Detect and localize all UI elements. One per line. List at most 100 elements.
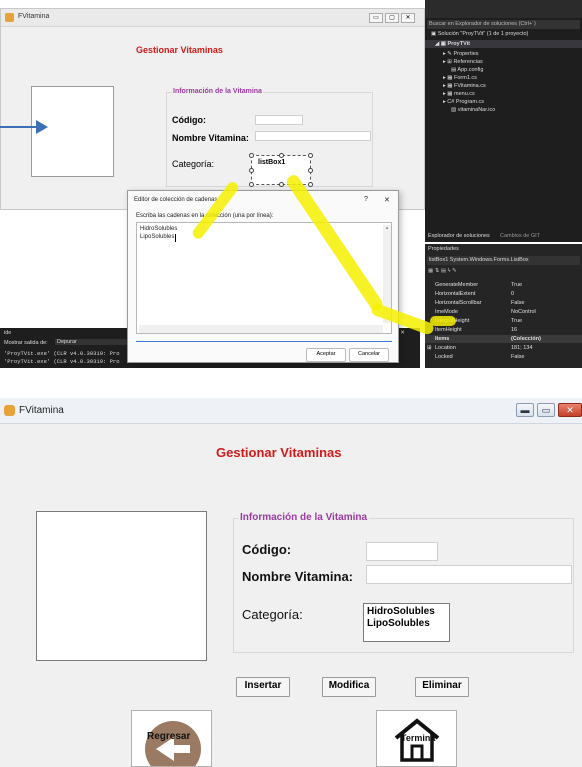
codigo-input[interactable] [366, 542, 438, 561]
designer-nombre-input[interactable] [255, 131, 371, 141]
accept-button[interactable]: Aceptar [306, 348, 346, 362]
resize-handle[interactable] [249, 168, 254, 173]
designer-window-title: FVitamina [18, 13, 50, 20]
property-row[interactable]: ⊞ Location 181; 134 [425, 344, 582, 352]
designer-label-nombre: Nombre Vitamina: [172, 133, 249, 143]
csharp-file-icon: ▸ C# [443, 99, 456, 105]
resize-handle[interactable] [308, 153, 313, 158]
picture-box [36, 511, 207, 661]
close-icon[interactable]: ✕ [401, 13, 415, 23]
termina-label: Termina [401, 733, 436, 743]
categoria-listbox[interactable]: HidroSolubles LipoSolubles [363, 603, 450, 642]
horizontal-scrollbar[interactable] [139, 325, 383, 333]
expand-icon[interactable]: ⊞ [427, 344, 432, 352]
dialog-divider [136, 341, 392, 342]
output-line: 'ProyTVit.exe' (CLR v4.0.30319: Pro [4, 358, 120, 365]
insertar-button[interactable]: Insertar [236, 677, 290, 697]
tree-item-fvitamina[interactable]: ▸ ▦ FVitamina.cs [425, 82, 582, 90]
form-title-bar: FVitamina ▬ ▭ ✕ [0, 398, 582, 424]
resize-handle[interactable] [249, 153, 254, 158]
info-groupbox: Información de la Vitamina Código: Nombr… [233, 512, 574, 653]
vs-toolbar [425, 0, 582, 18]
solution-explorer: Buscar en Explorador de soluciones (Ctrl… [425, 0, 582, 242]
alphabetical-icon[interactable]: ⇅ [435, 268, 440, 274]
resize-handle[interactable] [308, 168, 313, 173]
minimize-icon[interactable]: ▬ [516, 403, 534, 417]
maximize-icon[interactable]: ▢ [385, 13, 399, 23]
close-icon[interactable]: ✕ [558, 403, 582, 417]
tree-item-properties[interactable]: ▸ ✎ Properties [425, 50, 582, 58]
property-row[interactable]: Locked False [425, 353, 582, 361]
form-heading: Gestionar Vitaminas [216, 445, 342, 460]
list-item[interactable]: HidroSolubles [367, 606, 435, 617]
annotation-arrow-icon [0, 120, 48, 134]
solution-search-input[interactable]: Buscar en Explorador de soluciones (Ctrl… [427, 20, 580, 29]
output-title: ide [4, 330, 12, 336]
help-icon[interactable]: ? [364, 196, 368, 203]
resize-handle[interactable] [279, 153, 284, 158]
tree-item-referencias[interactable]: ▸ ⊞ Referencias [425, 58, 582, 66]
categorized-icon[interactable]: ▦ [428, 268, 433, 274]
resize-handle[interactable] [308, 182, 313, 187]
form-window-title: FVitamina [19, 405, 64, 416]
running-form-screenshot: FVitamina ▬ ▭ ✕ Gestionar Vitaminas Info… [0, 398, 582, 767]
properties-icon[interactable]: ▤ [441, 268, 446, 274]
designer-listbox[interactable]: listBox1 [249, 153, 313, 187]
dialog-close-icon[interactable]: ✕ [384, 196, 390, 204]
groupbox-title: Información de la Vitamina [238, 512, 370, 523]
tree-item-form1[interactable]: ▸ ▦ Form1.cs [425, 74, 582, 82]
show-output-select[interactable]: Depurar [55, 339, 135, 345]
property-row[interactable]: ItemHeight 16 [425, 326, 582, 334]
modifica-button[interactable]: Modifica [322, 677, 376, 697]
cancel-button[interactable]: Cancelar [349, 348, 389, 362]
nombre-input[interactable] [366, 565, 572, 584]
properties-header: Propiedades [428, 246, 459, 252]
designer-codigo-input[interactable] [255, 115, 303, 125]
show-output-label: Mostrar salida de: [4, 340, 48, 346]
resize-handle[interactable] [279, 182, 284, 187]
project-node[interactable]: ◢ ▣ ProyTVit [425, 40, 582, 48]
label-nombre: Nombre Vitamina: [242, 569, 354, 584]
property-row[interactable]: HorizontalScrollbar False [425, 299, 582, 307]
references-icon: ▸ ⊞ [443, 59, 454, 65]
designer-label-codigo: Código: [172, 115, 206, 125]
form-file-icon: ▸ ▦ [443, 75, 455, 81]
text-caret [175, 234, 176, 242]
property-row-items[interactable]: Items (Colección) [425, 335, 582, 343]
wrench-icon: ▸ ✎ [443, 51, 454, 57]
form-app-icon [4, 405, 15, 416]
list-item[interactable]: LipoSolubles [367, 618, 430, 629]
events-icon[interactable]: ϟ [448, 268, 451, 274]
minimize-icon[interactable]: ▭ [369, 13, 383, 23]
form-window: FVitamina ▬ ▭ ✕ Gestionar Vitaminas Info… [0, 398, 582, 767]
property-row[interactable]: GenerateMember True [425, 281, 582, 289]
designer-listbox-label: listBox1 [258, 159, 286, 166]
wrench-icon[interactable]: ✎ [452, 268, 457, 274]
termina-button[interactable]: Termina [376, 710, 457, 767]
tree-item-appconfig[interactable]: ▤ App.config [425, 66, 582, 74]
properties-panel: Propiedades listBox1 System.Windows.Form… [425, 244, 582, 368]
regresar-label: Regresar [147, 731, 191, 742]
designer-groupbox-title: Información de la Vitamina [172, 88, 263, 95]
designer-label-categoria: Categoría: [172, 159, 215, 169]
solution-node[interactable]: ▣ Solución "ProyTVit" (1 de 1 proyecto) [425, 30, 582, 38]
property-row[interactable]: HorizontalExtent 0 [425, 290, 582, 298]
tree-item-program[interactable]: ▸ C# Program.cs [425, 98, 582, 106]
tab-git-changes[interactable]: Cambios de GIT [500, 233, 540, 239]
resize-handle[interactable] [249, 182, 254, 187]
designer-groupbox: Información de la Vitamina Código: Nombr… [166, 88, 373, 187]
image-file-icon: ▧ [451, 107, 458, 113]
designer-form-window: FVitamina ▭ ▢ ✕ Gestionar Vitaminas Info… [0, 8, 425, 210]
highlight-stroke [430, 316, 456, 326]
eliminar-button[interactable]: Eliminar [415, 677, 469, 697]
tab-solution-explorer[interactable]: Explorador de soluciones [428, 233, 490, 239]
properties-object-select[interactable]: listBox1 System.Windows.Forms.ListBox [427, 256, 580, 265]
properties-toolbar: ▦ ⇅ ▤ ϟ ✎ [428, 268, 528, 277]
tree-item-ico[interactable]: ▧ vitaminaNar.ico [425, 106, 582, 114]
property-row[interactable]: ImeMode NoControl [425, 308, 582, 316]
label-categoria: Categoría: [242, 607, 303, 622]
tree-item-menu[interactable]: ▸ ▦ menu.cs [425, 90, 582, 98]
regresar-button[interactable]: Regresar [131, 710, 212, 767]
maximize-icon[interactable]: ▭ [537, 403, 555, 417]
designer-heading: Gestionar Vitaminas [136, 45, 223, 55]
